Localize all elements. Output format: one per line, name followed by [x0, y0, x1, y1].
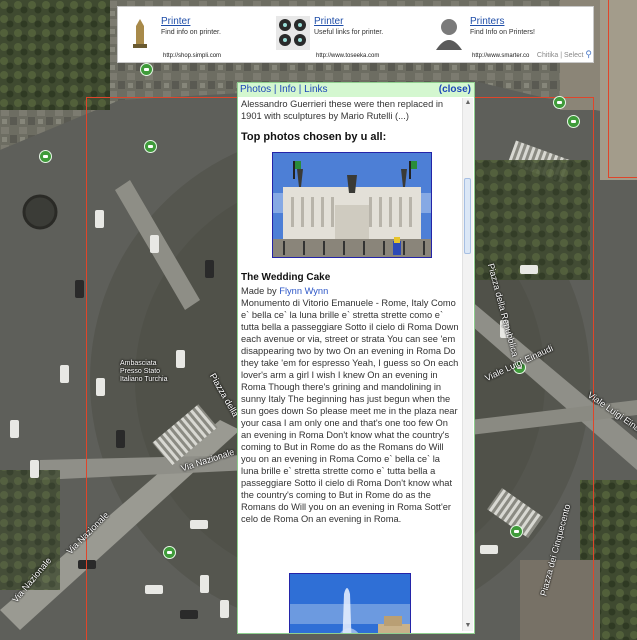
panel-scrollbar[interactable]: ▲ ▼ [462, 98, 473, 631]
fountain-photo[interactable] [289, 573, 411, 633]
ad-banner: Printer Find info on printer. http://sho… [117, 6, 594, 63]
printer-thumbnail-icon [276, 16, 310, 50]
made-by-label: Made by [241, 286, 277, 296]
author-link[interactable]: Flynn Wynn [279, 286, 328, 296]
place-marker-icon[interactable] [567, 115, 580, 128]
embassy-label: Ambasciata Presso Stato Italiano Turchia [120, 360, 168, 383]
ad-title-link[interactable]: Printers [470, 16, 504, 27]
panel-header: Photos | Info | Links (close) [238, 83, 474, 97]
monument-photo[interactable] [272, 152, 432, 258]
scroll-thumb[interactable] [464, 178, 471, 254]
ad-description: Find info on printer. [161, 29, 221, 36]
place-marker-icon[interactable] [553, 96, 566, 109]
panel-content[interactable]: Alessandro Guerrieri these were then rep… [241, 98, 459, 633]
ad-title-link[interactable]: Printer [314, 16, 343, 27]
place-marker-icon[interactable] [510, 525, 523, 538]
photo-description: Monumento di Vitorio Emanuele - Rome, It… [241, 298, 459, 524]
ad-provider-label[interactable]: Chitika | Select [537, 52, 584, 59]
place-marker-icon[interactable] [144, 140, 157, 153]
person-thumbnail-icon [432, 16, 466, 50]
place-marker-icon[interactable] [39, 150, 52, 163]
ad-unit[interactable]: Printer Find info on printer. http://sho… [123, 13, 273, 61]
search-icon[interactable]: ⚲ [585, 49, 592, 59]
scroll-up-arrow-icon[interactable]: ▲ [463, 98, 473, 108]
scroll-down-arrow-icon[interactable]: ▼ [463, 621, 473, 631]
ad-url[interactable]: http://www.toseeka.com [316, 53, 379, 59]
place-marker-icon[interactable] [163, 546, 176, 559]
place-marker-icon[interactable] [140, 63, 153, 76]
ad-description: Useful links for printer. [314, 29, 384, 36]
ad-description: Find Info on Printers! [470, 29, 535, 36]
ad-provider-footer[interactable]: Chitika | Select ⚲ [537, 49, 592, 60]
ad-url[interactable]: http://shop.simpli.com [163, 53, 221, 59]
ad-title-link[interactable]: Printer [161, 16, 190, 27]
section-title: Top photos chosen by u all: [241, 131, 387, 143]
tab-links[interactable]: Links [304, 84, 327, 95]
tab-photos[interactable]: Photos [240, 84, 271, 95]
ad-url[interactable]: http://www.smarter.co [472, 53, 529, 59]
close-button[interactable]: (close) [439, 83, 471, 97]
intro-text: Alessandro Guerrieri these were then rep… [241, 99, 444, 121]
tab-info[interactable]: Info [279, 84, 296, 95]
ad-unit[interactable]: Printer Useful links for printer. http:/… [276, 13, 426, 61]
monument-thumbnail-icon [123, 16, 157, 50]
photo-credit: Made by Flynn Wynn [241, 285, 328, 297]
info-panel: Photos | Info | Links (close) Alessandro… [237, 82, 475, 634]
photo-title: The Wedding Cake [241, 272, 331, 283]
